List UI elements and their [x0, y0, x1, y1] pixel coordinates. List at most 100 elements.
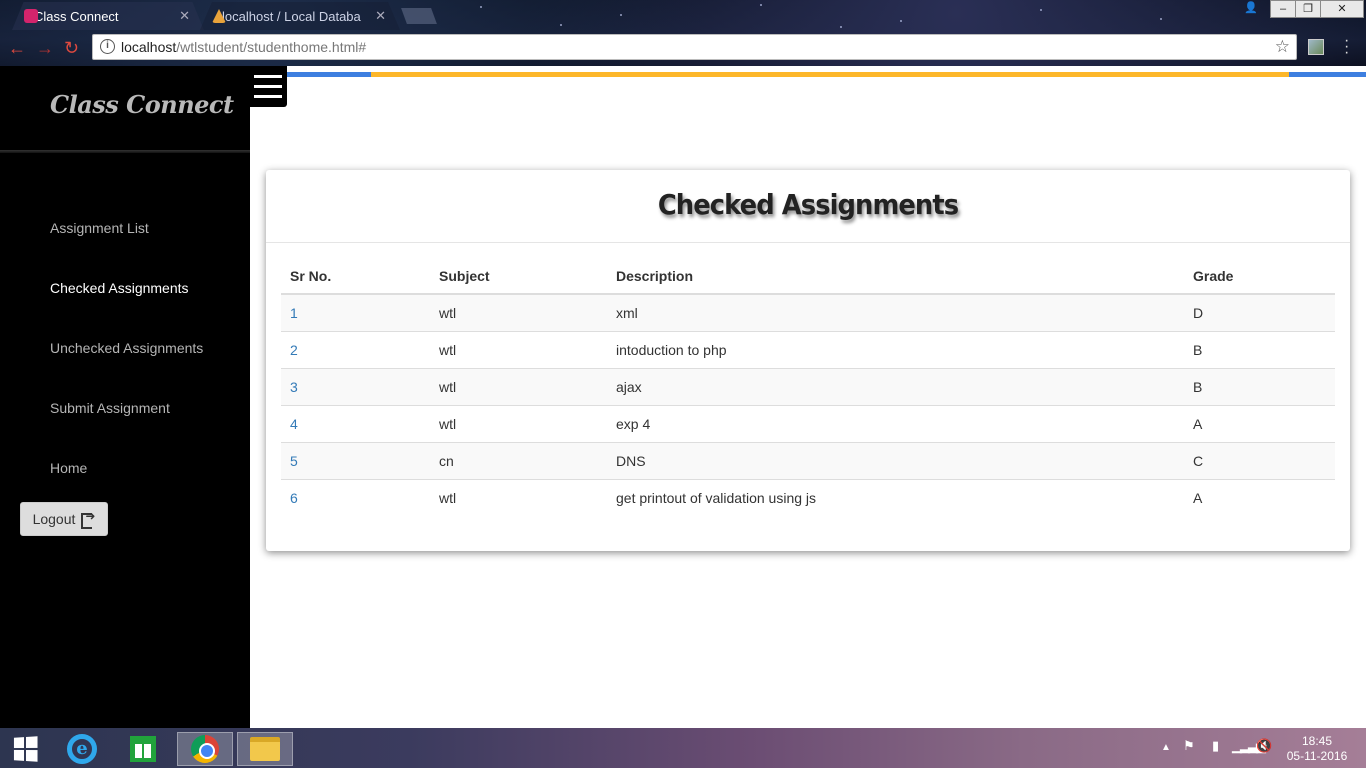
tab-class-connect[interactable]: Class Connect ✕ [12, 2, 204, 30]
brand-logo: Class Connect [50, 90, 234, 119]
sidebar-item-unchecked-assignments[interactable]: Unchecked Assignments [50, 340, 203, 356]
background-star [560, 24, 562, 26]
checked-assignments-panel: Checked Assignments Sr No. Subject Descr… [266, 170, 1350, 551]
browser-chrome: Class Connect ✕ localhost / Local Databa… [0, 0, 1366, 66]
sidebar-item-checked-assignments[interactable]: Checked Assignments [50, 280, 189, 296]
url-host: localhost [121, 39, 177, 55]
panel-title: Checked Assignments [657, 188, 959, 221]
restore-button[interactable]: ❐ [1295, 0, 1321, 18]
brand-divider [0, 150, 250, 153]
reload-icon[interactable]: ↻ [64, 38, 79, 59]
cell-sr-no[interactable]: 6 [281, 478, 430, 516]
table-row: 1 wtl xml D [281, 293, 1335, 331]
browser-menu-icon[interactable]: · · · [1344, 33, 1349, 61]
logout-label: Logout [32, 511, 76, 527]
cell-sr-no[interactable]: 5 [281, 441, 430, 479]
forward-arrow-icon[interactable]: → [36, 38, 54, 59]
volume-muted-icon[interactable]: 🔇 [1256, 738, 1272, 754]
cell-sr-no[interactable]: 1 [281, 293, 430, 331]
internet-explorer-icon: e [67, 734, 97, 764]
toolbar: ← → ↻ i localhost/wtlstudent/studenthome… [0, 33, 1366, 63]
table-row: 4 wtl exp 4 A [281, 404, 1335, 442]
close-tab-icon[interactable]: ✕ [375, 8, 386, 24]
cell-grade: C [1184, 441, 1335, 479]
top-stripe-blue-left [287, 72, 371, 77]
address-bar[interactable]: i localhost/wtlstudent/studenthome.html#… [92, 34, 1297, 60]
top-stripe-blue-right [1289, 72, 1366, 77]
sidebar-item-submit-assignment[interactable]: Submit Assignment [50, 400, 170, 416]
cell-description: get printout of validation using js [607, 478, 1184, 516]
cell-subject: wtl [430, 330, 607, 368]
cell-subject: wtl [430, 404, 607, 442]
background-star [1160, 18, 1162, 20]
close-tab-icon[interactable]: ✕ [179, 8, 190, 24]
clock-date: 05-11-2016 [1286, 749, 1348, 763]
cell-grade: B [1184, 367, 1335, 405]
column-header-grade: Grade [1184, 258, 1335, 295]
url-path: /wtlstudent/studenthome.html# [176, 39, 367, 55]
cell-subject: wtl [430, 478, 607, 516]
bookmark-star-icon[interactable]: ☆ [1275, 37, 1290, 57]
windows-taskbar: e ▲ ⚑ ▮ ▁▂▃▅ 🔇 18:45 05-11-2016 [0, 728, 1366, 768]
taskbar-file-explorer[interactable] [237, 732, 293, 766]
profile-icon[interactable]: 👤 [1240, 0, 1262, 18]
folder-icon [250, 737, 280, 761]
top-stripe-yellow [371, 72, 1289, 77]
background-star [900, 20, 902, 22]
cell-sr-no[interactable]: 4 [281, 404, 430, 442]
cell-description: exp 4 [607, 404, 1184, 442]
cell-description: ajax [607, 367, 1184, 405]
cell-sr-no[interactable]: 2 [281, 330, 430, 368]
action-center-flag-icon[interactable]: ⚑ [1183, 738, 1195, 754]
hamburger-line [254, 75, 282, 78]
start-button[interactable] [0, 732, 50, 766]
table-header-row: Sr No. Subject Description Grade [281, 258, 1335, 295]
cell-sr-no[interactable]: 3 [281, 367, 430, 405]
tab-phpmyadmin[interactable]: localhost / Local Databa ✕ [200, 2, 400, 30]
assignments-table: Sr No. Subject Description Grade 1 wtl x… [281, 258, 1335, 516]
taskbar-store[interactable] [115, 732, 171, 766]
back-arrow-icon[interactable]: ← [8, 38, 26, 59]
panel-divider [266, 242, 1350, 243]
cell-description: DNS [607, 441, 1184, 479]
taskbar-chrome[interactable] [177, 732, 233, 766]
cell-grade: D [1184, 293, 1335, 331]
tab-title: Class Connect [34, 8, 119, 24]
tab-title: localhost / Local Databa [222, 8, 361, 24]
hamburger-menu-button[interactable] [249, 66, 287, 107]
table-row: 2 wtl intoduction to php B [281, 330, 1335, 368]
clock-time: 18:45 [1301, 734, 1333, 748]
cell-description: intoduction to php [607, 330, 1184, 368]
show-hidden-icons-icon[interactable]: ▲ [1161, 742, 1171, 753]
table-row: 6 wtl get printout of validation using j… [281, 478, 1335, 516]
taskbar-internet-explorer[interactable]: e [54, 732, 110, 766]
hamburger-line [254, 95, 282, 98]
table-row: 5 cn DNS C [281, 441, 1335, 479]
minimize-button[interactable]: – [1270, 0, 1296, 18]
table-row: 3 wtl ajax B [281, 367, 1335, 405]
background-star [620, 14, 622, 16]
cell-grade: B [1184, 330, 1335, 368]
background-star [760, 4, 762, 6]
new-tab-button[interactable] [401, 8, 437, 24]
cell-subject: cn [430, 441, 607, 479]
system-clock[interactable]: 18:45 05-11-2016 [1282, 734, 1352, 764]
extension-icon[interactable] [1308, 39, 1324, 55]
sign-out-icon [81, 509, 95, 529]
background-star [1040, 9, 1042, 11]
background-star [840, 26, 842, 28]
background-star [480, 6, 482, 8]
logout-button[interactable]: Logout [20, 502, 108, 536]
cell-description: xml [607, 293, 1184, 331]
battery-icon[interactable]: ▮ [1212, 738, 1219, 754]
sidebar-item-assignment-list[interactable]: Assignment List [50, 220, 149, 236]
site-info-icon[interactable]: i [100, 39, 115, 54]
cell-grade: A [1184, 478, 1335, 516]
close-window-button[interactable]: ✕ [1320, 0, 1364, 18]
class-connect-favicon-icon [24, 9, 38, 23]
column-header-sr-no: Sr No. [281, 258, 430, 295]
cell-subject: wtl [430, 293, 607, 331]
windows-logo-icon [13, 736, 38, 762]
sidebar-item-home[interactable]: Home [50, 460, 87, 476]
cell-grade: A [1184, 404, 1335, 442]
